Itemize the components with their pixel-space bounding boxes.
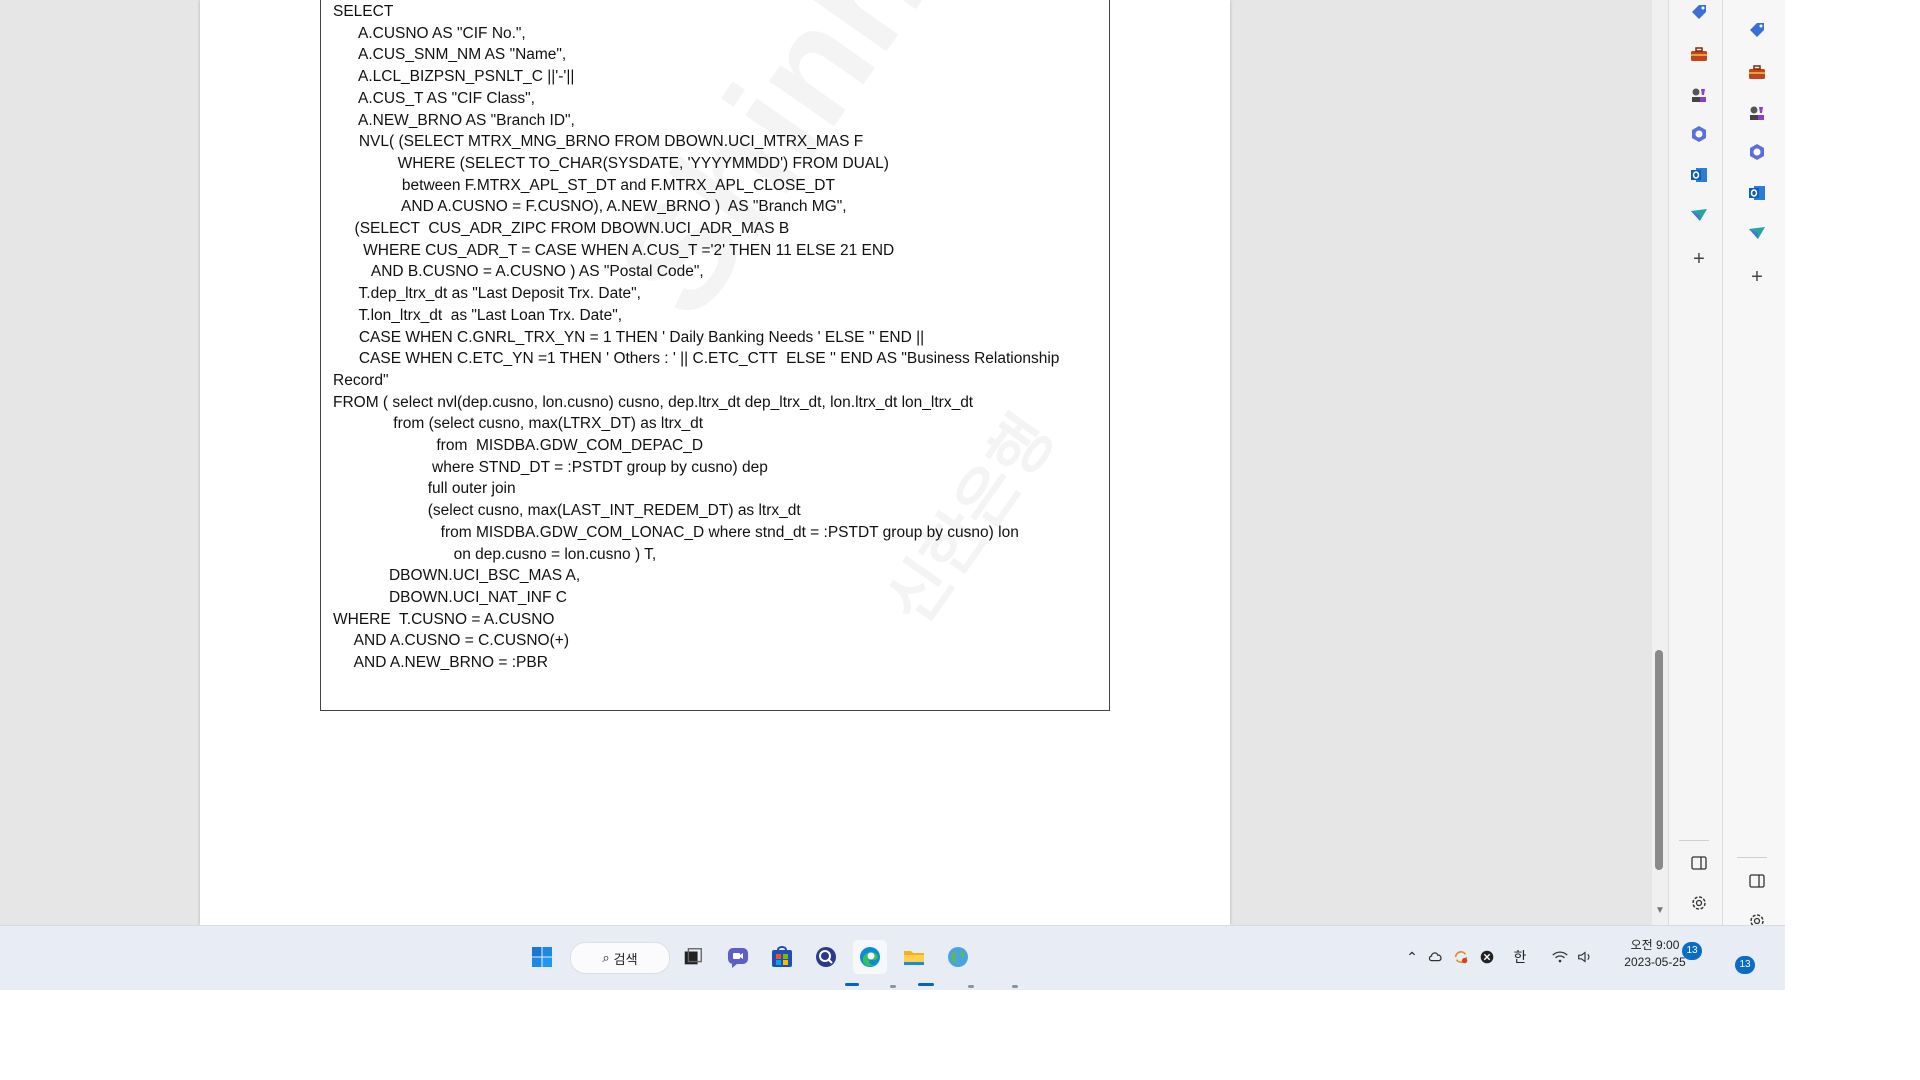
m365-icon[interactable] (1689, 124, 1709, 144)
tag-icon[interactable] (1747, 21, 1767, 41)
taskbar-running-indicator (918, 983, 934, 986)
code-line: CASE WHEN C.ETC_YN =1 THEN ' Others : ' … (333, 350, 1060, 368)
add-icon[interactable]: + (1689, 248, 1709, 270)
code-line: A.CUS_SNM_NM AS "Name", (333, 46, 567, 64)
taskbar-clock[interactable]: 오전 9:00 2023-05-25 (1620, 937, 1690, 971)
code-line: between F.MTRX_APL_ST_DT and F.MTRX_APL_… (333, 176, 835, 194)
notification-badge-duplicate[interactable]: 13 (1735, 956, 1755, 974)
code-line: full outer join (333, 480, 516, 498)
chevron-up-icon[interactable]: ⌃ (1402, 944, 1422, 970)
code-line: AND A.NEW_BRNO = :PBR (333, 654, 548, 671)
search-icon: ⌕ (602, 950, 610, 965)
send-icon[interactable] (1747, 223, 1767, 243)
windows-start-icon[interactable] (525, 940, 559, 974)
outlook-icon[interactable] (1747, 183, 1767, 203)
app-q-icon[interactable] (809, 940, 843, 974)
store-icon[interactable] (765, 940, 799, 974)
edge-icon[interactable] (853, 940, 887, 974)
taskbar-running-indicator (1012, 985, 1018, 988)
desktop-screen: Shinhan 신한은행 SELECT A.CUSNO AS "CIF No."… (0, 0, 1785, 990)
code-line: from MISDBA.GDW_COM_LONAC_D where stnd_d… (333, 523, 1019, 541)
scroll-down-arrow-icon[interactable]: ▼ (1655, 904, 1665, 918)
tag-icon[interactable] (1689, 3, 1709, 23)
blank-area (0, 990, 1920, 1080)
cloud-sync-icon[interactable] (1426, 944, 1446, 970)
code-line: A.CUS_T AS "CIF Class", (333, 89, 535, 107)
search-label: 검색 (613, 951, 638, 967)
sidebar-toggle-icon[interactable] (1747, 871, 1767, 891)
code-line: WHERE (SELECT TO_CHAR(SYSDATE, 'YYYYMMDD… (333, 154, 889, 172)
code-line: NVL( (SELECT MTRX_MNG_BRNO FROM DBOWN.UC… (333, 133, 864, 151)
globe-app-icon[interactable] (941, 940, 975, 974)
watermark-korean-text: 신한은행 (861, 394, 1071, 640)
taskbar-running-indicator (845, 983, 859, 986)
code-line: AND A.CUSNO = F.CUSNO), A.NEW_BRNO ) AS … (333, 198, 847, 216)
chess-icon[interactable] (1747, 103, 1767, 123)
add-icon[interactable]: + (1747, 266, 1767, 288)
document-page: Shinhan 신한은행 SELECT A.CUSNO AS "CIF No."… (200, 0, 1230, 925)
code-line: A.NEW_BRNO AS "Branch ID", (333, 111, 575, 129)
code-line: on dep.cusno = lon.cusno ) T, (333, 545, 657, 563)
clock-date: 2023-05-25 (1624, 955, 1686, 969)
sidebar-divider (1679, 840, 1709, 841)
windows-taskbar: ⌕ 검색 ⌃ 한 오전 9:00 2023-05-25 13 (0, 925, 1785, 990)
outlook-icon[interactable] (1689, 165, 1709, 185)
task-view-icon[interactable] (676, 940, 710, 974)
code-line: CASE WHEN C.GNRL_TRX_YN = 1 THEN ' Daily… (333, 328, 925, 346)
code-line: A.LCL_BIZPSN_PSNLT_C ||'-'|| (333, 68, 575, 86)
settings-gear-icon[interactable] (1689, 893, 1709, 913)
code-line: (SELECT CUS_ADR_ZIPC FROM DBOWN.UCI_ADR_… (333, 220, 790, 237)
sql-code-box[interactable]: Shinhan 신한은행 SELECT A.CUSNO AS "CIF No."… (320, 0, 1110, 711)
notification-badge[interactable]: 13 (1682, 942, 1702, 960)
code-line: AND A.CUSNO = C.CUSNO(+) (333, 632, 569, 650)
code-line: A.CUSNO AS "CIF No.", (333, 24, 526, 42)
code-line: WHERE CUS_ADR_T = CASE WHEN A.CUS_T ='2'… (333, 241, 895, 259)
toolbox-icon[interactable] (1747, 62, 1767, 82)
code-line: (select cusno, max(LAST_INT_REDEM_DT) as… (333, 502, 801, 520)
code-line: Record" (333, 371, 389, 389)
clock-time: 오전 9:00 (1630, 938, 1680, 952)
code-line: where STND_DT = :PSTDT group by cusno) d… (333, 458, 768, 476)
toolbox-icon[interactable] (1689, 44, 1709, 64)
update-icon[interactable] (1451, 944, 1471, 970)
taskbar-search-box[interactable]: ⌕ 검색 (570, 942, 670, 974)
code-line: FROM ( select nvl(dep.cusno, lon.cusno) … (333, 393, 974, 411)
code-line: WHERE T.CUSNO = A.CUSNO (333, 610, 555, 628)
sidebar-divider (1737, 857, 1767, 858)
code-line: DBOWN.UCI_BSC_MAS A, (333, 567, 581, 585)
teams-chat-icon[interactable] (721, 940, 755, 974)
send-icon[interactable] (1689, 205, 1709, 225)
taskbar-running-indicator (890, 985, 896, 988)
ime-indicator[interactable]: 한 (1510, 944, 1530, 970)
sidebar-toggle-icon[interactable] (1689, 853, 1709, 873)
scrollbar-thumb[interactable] (1655, 650, 1663, 870)
code-line: DBOWN.UCI_NAT_INF C (333, 588, 567, 606)
volume-icon[interactable] (1575, 944, 1595, 970)
chess-icon[interactable] (1689, 85, 1709, 105)
code-line: SELECT (333, 3, 394, 20)
taskbar-running-indicator (968, 985, 974, 988)
code-line: T.dep_ltrx_dt as "Last Deposit Trx. Date… (333, 285, 641, 303)
wifi-icon[interactable] (1550, 944, 1570, 970)
code-line: from (select cusno, max(LTRX_DT) as ltrx… (333, 415, 704, 433)
m365-icon[interactable] (1747, 142, 1767, 162)
code-line: AND B.CUSNO = A.CUSNO ) AS "Postal Code"… (333, 263, 704, 281)
edge-sidebar: + (1668, 0, 1729, 925)
close-circle-icon[interactable] (1477, 944, 1497, 970)
vertical-scrollbar[interactable]: ▼ (1652, 0, 1668, 925)
code-line: from MISDBA.GDW_COM_DEPAC_D (333, 437, 704, 454)
edge-sidebar-duplicate: + 05-25 8 (1722, 0, 1785, 972)
file-explorer-icon[interactable] (897, 940, 931, 974)
code-line: T.lon_ltrx_dt as "Last Loan Trx. Date", (333, 306, 622, 324)
